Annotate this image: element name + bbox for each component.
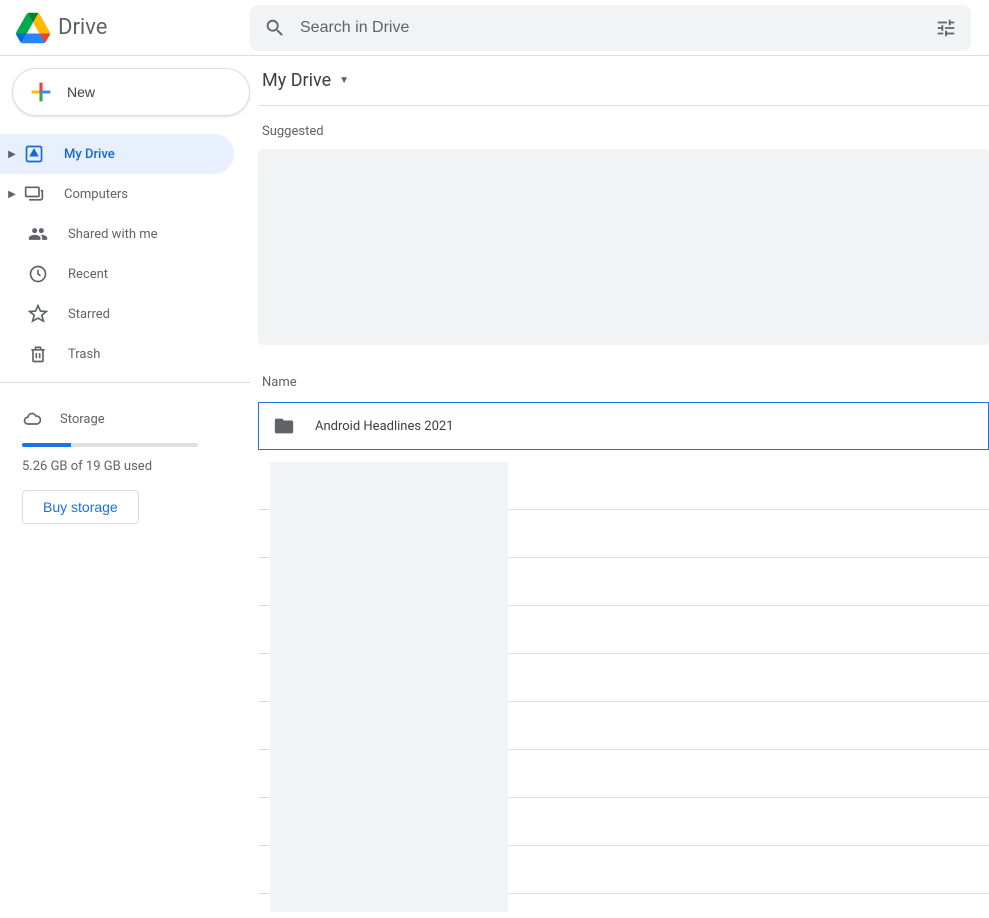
breadcrumb-label: My Drive bbox=[262, 70, 331, 91]
file-name: Android Headlines 2021 bbox=[315, 419, 454, 434]
header: Drive bbox=[0, 0, 989, 56]
sidebar-item-my-drive[interactable]: ▶ My Drive bbox=[0, 134, 234, 174]
sidebar-item-label: Recent bbox=[68, 267, 108, 282]
new-button-label: New bbox=[67, 84, 95, 100]
recent-icon bbox=[26, 264, 50, 284]
sidebar-item-starred[interactable]: Starred bbox=[0, 294, 234, 334]
expand-icon[interactable]: ▶ bbox=[6, 189, 18, 200]
sidebar-item-shared[interactable]: Shared with me bbox=[0, 214, 234, 254]
folder-icon bbox=[273, 415, 297, 437]
sidebar-item-recent[interactable]: Recent bbox=[0, 254, 234, 294]
new-button[interactable]: New bbox=[12, 68, 250, 116]
storage-section: Storage 5.26 GB of 19 GB used Buy storag… bbox=[0, 391, 250, 532]
sidebar-item-label: Computers bbox=[64, 187, 128, 202]
caret-down-icon: ▼ bbox=[339, 75, 349, 86]
storage-bar bbox=[22, 443, 198, 447]
drive-logo-icon bbox=[16, 11, 50, 45]
search-input[interactable] bbox=[300, 19, 935, 37]
my-drive-icon bbox=[22, 144, 46, 164]
divider bbox=[0, 382, 250, 383]
breadcrumb[interactable]: My Drive ▼ bbox=[258, 70, 989, 91]
sidebar-item-label: My Drive bbox=[64, 147, 115, 162]
computers-icon bbox=[22, 184, 46, 204]
star-icon bbox=[26, 304, 50, 324]
search-bar[interactable] bbox=[250, 5, 971, 51]
table-row[interactable]: Android Headlines 2021 bbox=[258, 402, 989, 450]
logo-area[interactable]: Drive bbox=[0, 11, 250, 45]
cloud-icon bbox=[22, 409, 42, 429]
trash-icon bbox=[26, 344, 50, 364]
nav: ▶ My Drive ▶ Computers Shared with me bbox=[0, 134, 250, 374]
suggested-placeholder bbox=[258, 149, 989, 345]
storage-label: Storage bbox=[60, 412, 105, 427]
suggested-label: Suggested bbox=[262, 124, 989, 139]
sidebar-item-storage[interactable]: Storage bbox=[22, 399, 228, 439]
sidebar-item-trash[interactable]: Trash bbox=[0, 334, 234, 374]
storage-fill bbox=[22, 443, 71, 447]
name-column-header[interactable]: Name bbox=[262, 375, 989, 390]
search-options-icon[interactable] bbox=[935, 17, 957, 39]
expand-icon[interactable]: ▶ bbox=[6, 149, 18, 160]
app-name: Drive bbox=[58, 15, 107, 40]
loading-placeholder bbox=[258, 462, 989, 894]
shared-icon bbox=[26, 224, 50, 244]
sidebar: New ▶ My Drive ▶ Computers bbox=[0, 56, 250, 918]
main: My Drive ▼ Suggested Name Android Headli… bbox=[250, 56, 989, 918]
search-icon bbox=[264, 17, 286, 39]
plus-icon bbox=[27, 78, 55, 106]
sidebar-item-label: Shared with me bbox=[68, 227, 158, 242]
sidebar-item-label: Starred bbox=[68, 307, 110, 322]
sidebar-item-computers[interactable]: ▶ Computers bbox=[0, 174, 234, 214]
storage-used-text: 5.26 GB of 19 GB used bbox=[22, 459, 228, 474]
sidebar-item-label: Trash bbox=[68, 347, 100, 362]
buy-storage-button[interactable]: Buy storage bbox=[22, 490, 139, 524]
